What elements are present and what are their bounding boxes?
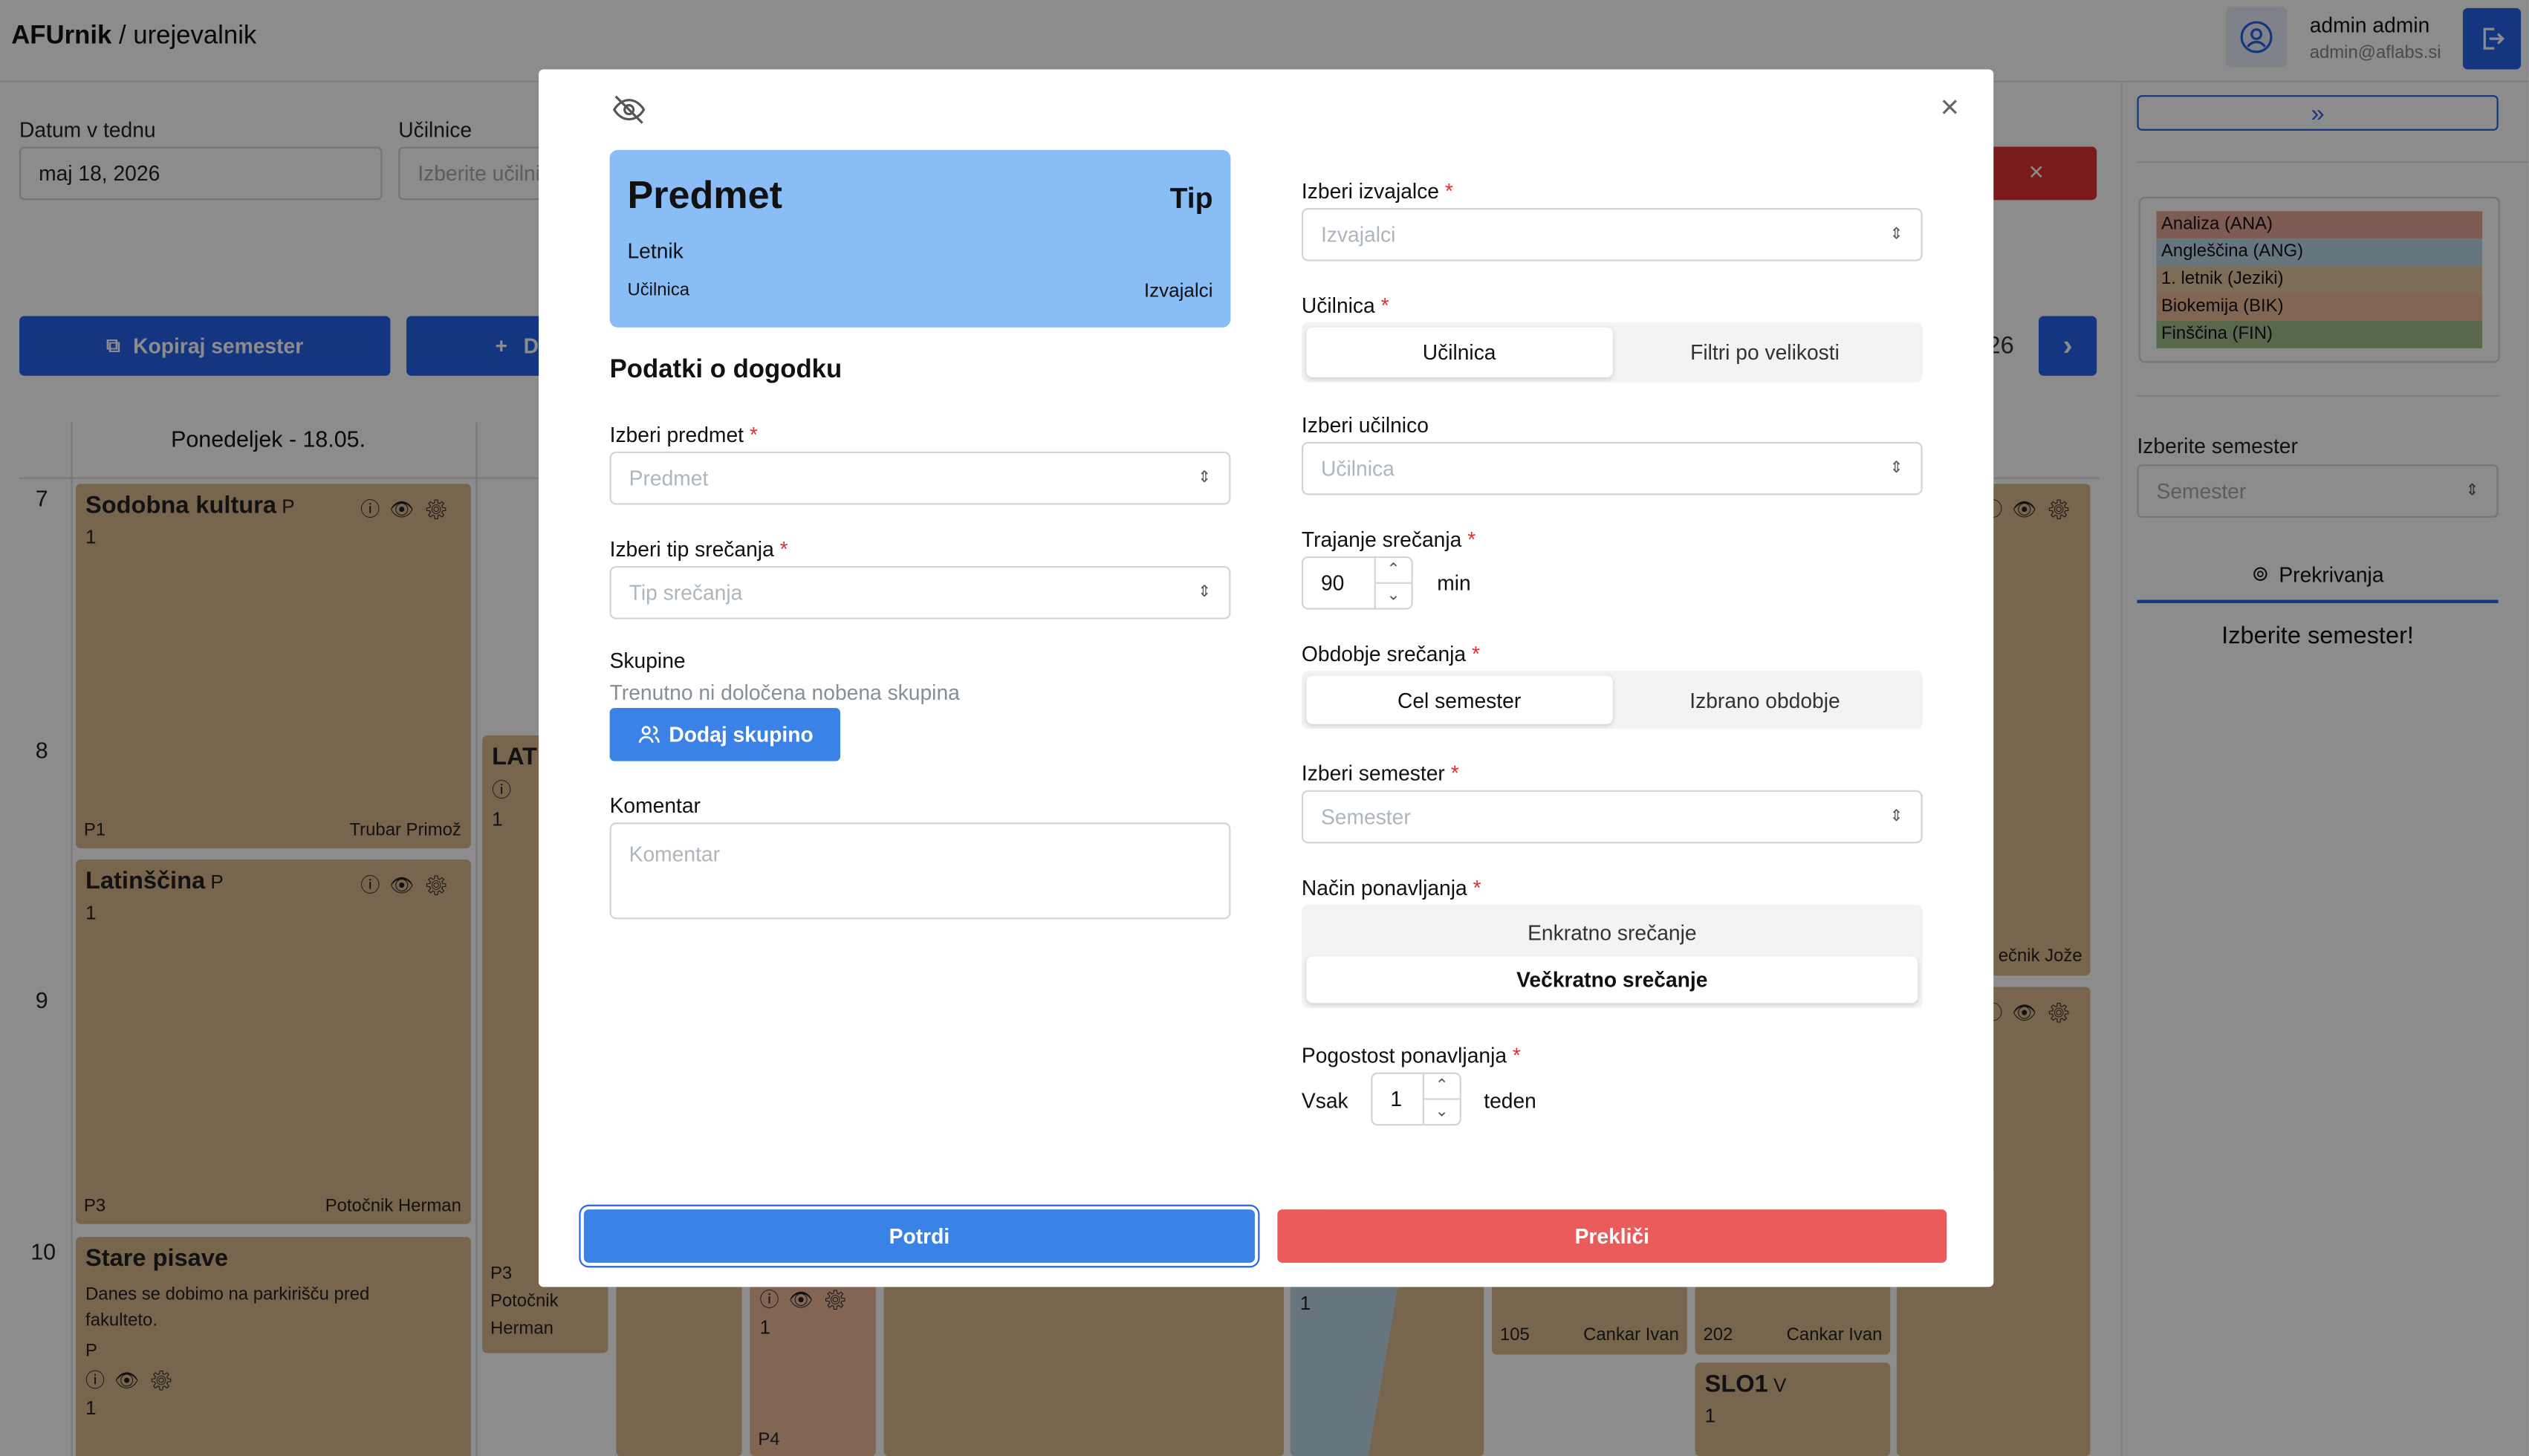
subject-label: Izberi predmet *: [609, 422, 758, 447]
teachers-select[interactable]: Izvajalci ⇕: [1301, 208, 1923, 261]
tab-size-filter[interactable]: Filtri po velikosti: [1612, 328, 1918, 377]
period-segmented: Cel semester Izbrano obdobje: [1301, 671, 1923, 729]
chevron-up-icon[interactable]: ⌃: [1423, 1074, 1460, 1100]
subject-select[interactable]: Predmet ⇕: [609, 451, 1231, 505]
chevron-down-icon[interactable]: ⌄: [1376, 584, 1412, 608]
repeat-label: Način ponavljanja *: [1301, 875, 1481, 900]
duration-label: Trajanje srečanja *: [1301, 527, 1476, 552]
frequency-input[interactable]: 1 ⌃ ⌄: [1371, 1072, 1461, 1126]
comment-label: Komentar: [609, 793, 701, 818]
option-repeated-meeting[interactable]: Večkratno srečanje: [1306, 956, 1918, 1004]
users-icon: [637, 726, 660, 744]
period-label: Obdobje srečanja *: [1301, 642, 1481, 666]
preview-year: Letnik: [627, 238, 684, 263]
preview-teachers: Izvajalci: [1143, 279, 1213, 302]
semester-select[interactable]: Semester ⇕: [1301, 790, 1923, 844]
add-group-button[interactable]: Dodaj skupino: [609, 708, 841, 761]
semester-label: Izberi semester *: [1301, 761, 1459, 786]
room-select[interactable]: Učilnica ⇕: [1301, 441, 1923, 495]
frequency-prefix: Vsak: [1301, 1088, 1348, 1113]
tab-room[interactable]: Učilnica: [1306, 327, 1612, 377]
groups-empty-text: Trenutno ni določena nobena skupina: [609, 680, 960, 705]
preview-subject: Predmet: [627, 174, 782, 218]
chevron-updown-icon: ⇕: [1889, 225, 1903, 244]
room-select-label: Izberi učilnico: [1301, 412, 1429, 438]
section-title: Podatki o dogodku: [609, 356, 843, 384]
close-icon[interactable]: ×: [1941, 91, 1959, 128]
chevron-updown-icon: ⇕: [1889, 807, 1903, 826]
cancel-button[interactable]: Prekliči: [1277, 1209, 1947, 1263]
event-modal: × Predmet Tip Letnik Učilnica Izvajalci …: [539, 69, 1994, 1287]
frequency-unit: teden: [1484, 1088, 1536, 1113]
chevron-down-icon[interactable]: ⌄: [1424, 1100, 1460, 1125]
confirm-button[interactable]: Potrdi: [583, 1209, 1255, 1263]
preview-room: Učilnica: [627, 280, 690, 300]
room-label: Učilnica *: [1301, 293, 1389, 318]
option-single-meeting[interactable]: Enkratno srečanje: [1306, 909, 1918, 956]
chevron-updown-icon: ⇕: [1889, 459, 1903, 478]
eye-off-icon[interactable]: [611, 92, 647, 136]
groups-label: Skupine: [609, 648, 686, 673]
comment-textarea[interactable]: Komentar: [609, 822, 1231, 920]
chevron-updown-icon: ⇕: [1198, 469, 1212, 487]
repeat-segmented: Enkratno srečanje Večkratno srečanje: [1301, 904, 1923, 1008]
duration-input[interactable]: 90 ⌃ ⌄: [1301, 556, 1413, 610]
event-preview-card: Predmet Tip Letnik Učilnica Izvajalci: [609, 149, 1231, 328]
app-root: AFUrnik / urejevalnik admin admin admin@…: [0, 0, 2529, 1456]
tab-selected-period[interactable]: Izbrano obdobje: [1612, 676, 1918, 724]
chevron-up-icon[interactable]: ⌃: [1375, 558, 1412, 584]
duration-unit: min: [1437, 571, 1471, 596]
meeting-type-label: Izberi tip srečanja *: [609, 536, 788, 562]
room-mode-segmented: Učilnica Filtri po velikosti: [1301, 322, 1923, 383]
frequency-label: Pogostost ponavljanja *: [1301, 1043, 1521, 1068]
meeting-type-select[interactable]: Tip srečanja ⇕: [609, 565, 1231, 620]
chevron-updown-icon: ⇕: [1198, 583, 1212, 602]
modal-footer: Potrdi Prekliči: [539, 1171, 1994, 1287]
preview-type: Tip: [1169, 182, 1213, 215]
tab-full-semester[interactable]: Cel semester: [1306, 675, 1612, 724]
teachers-label: Izberi izvajalce *: [1301, 178, 1453, 204]
